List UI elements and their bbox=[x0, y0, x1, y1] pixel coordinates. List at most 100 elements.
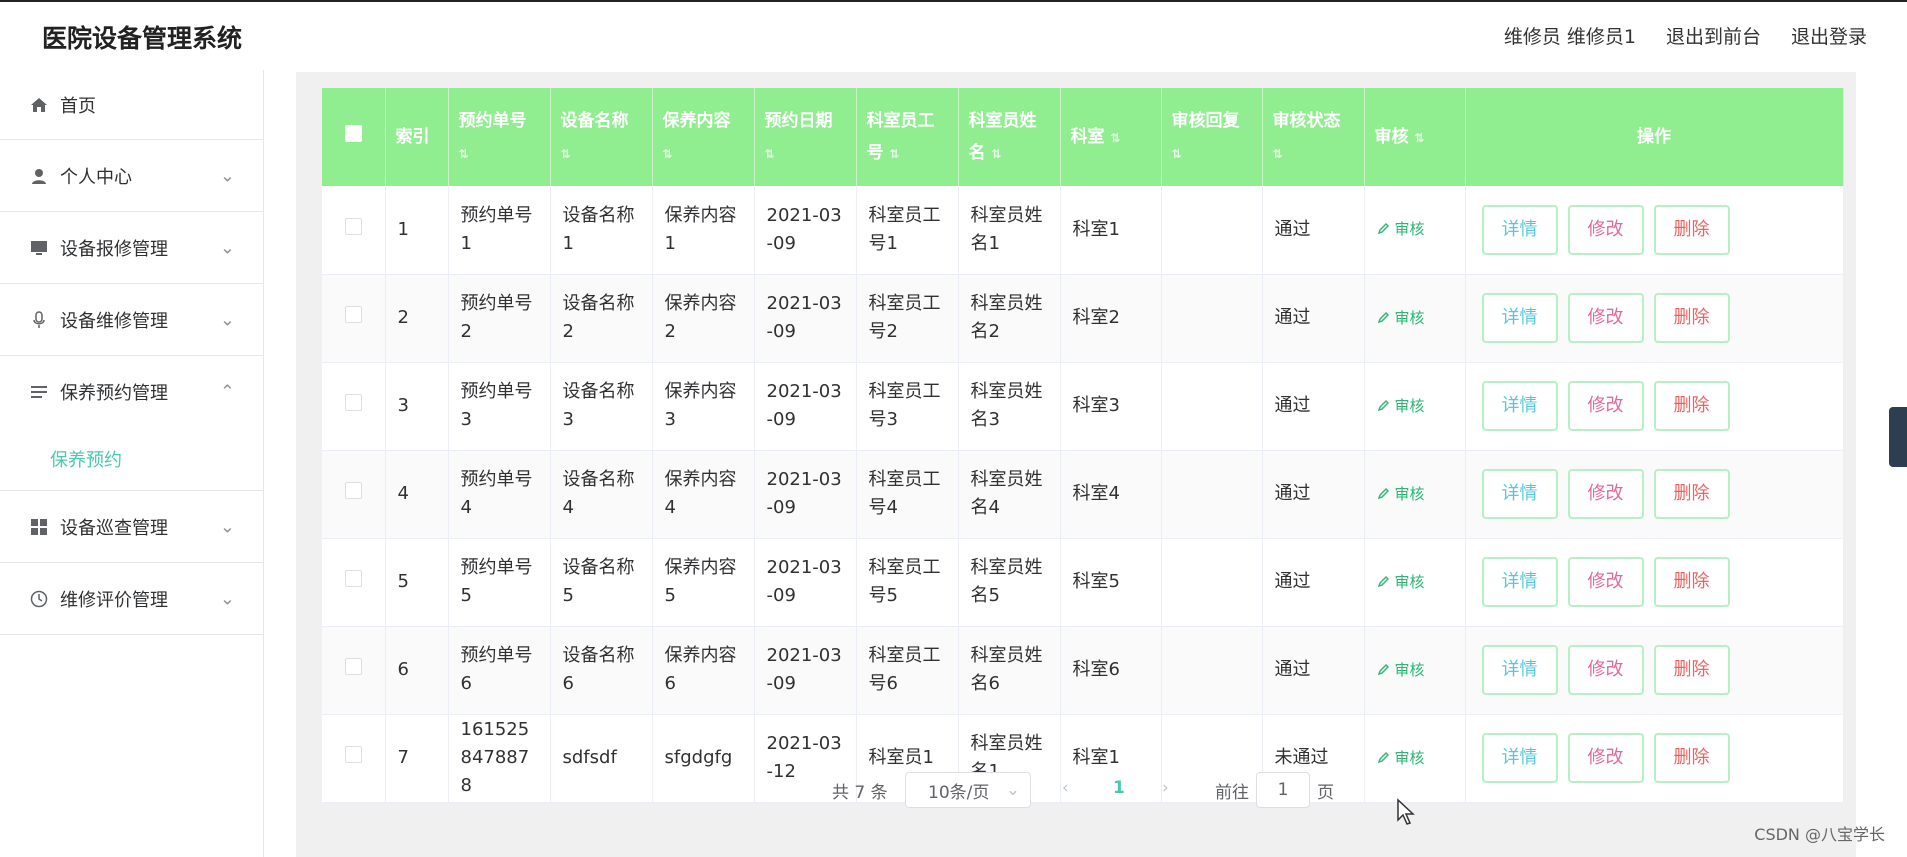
chevron-down-icon: ⌄ bbox=[219, 516, 235, 537]
audit-link[interactable]: 审核 bbox=[1377, 480, 1425, 508]
next-page-button[interactable]: › bbox=[1162, 778, 1169, 798]
column-header-date[interactable]: 预约日期 ⇅ bbox=[754, 88, 857, 186]
edit-icon bbox=[1377, 575, 1389, 587]
edit-button[interactable]: 修改 bbox=[1567, 645, 1644, 695]
chevron-up-icon: ⌃ bbox=[219, 381, 235, 403]
column-header-emp-name[interactable]: 科室员姓名 ⇅ bbox=[958, 88, 1061, 186]
current-page[interactable]: 1 bbox=[1113, 778, 1125, 798]
sidebar-item-maintenance[interactable]: 保养预约管理 ⌃ bbox=[0, 356, 263, 428]
exit-to-front-link[interactable]: 退出到前台 bbox=[1666, 22, 1761, 49]
cell-emp-no: 科室员工号6 bbox=[856, 626, 959, 715]
audit-link[interactable]: 审核 bbox=[1377, 744, 1425, 772]
cell-reply bbox=[1161, 538, 1263, 627]
audit-link[interactable]: 审核 bbox=[1377, 392, 1425, 420]
edit-button[interactable]: 修改 bbox=[1567, 557, 1644, 607]
audit-link[interactable]: 审核 bbox=[1377, 656, 1425, 684]
cell-audit: 审核 bbox=[1364, 626, 1466, 715]
cell-emp-no: 科室员工号3 bbox=[856, 362, 959, 451]
sort-icon: ⇅ bbox=[1110, 130, 1121, 145]
watermark: CSDN @八宝学长 bbox=[1754, 825, 1885, 844]
cell-audit: 审核 bbox=[1364, 450, 1466, 539]
column-header-content[interactable]: 保养内容 ⇅ bbox=[652, 88, 755, 186]
sidebar-item-evaluation[interactable]: 维修评价管理 ⌄ bbox=[0, 563, 263, 635]
sidebar-item-label: 个人中心 bbox=[60, 166, 132, 188]
sidebar-subitem-maintenance-booking[interactable]: 保养预约 bbox=[0, 428, 263, 491]
column-header-emp-no[interactable]: 科室员工号 ⇅ bbox=[856, 88, 959, 186]
cell-booking-no: 预约单号1 bbox=[448, 186, 551, 275]
delete-button[interactable]: 删除 bbox=[1653, 645, 1730, 695]
cell-status: 通过 bbox=[1262, 274, 1365, 363]
detail-button[interactable]: 详情 bbox=[1481, 645, 1558, 695]
column-header-audit[interactable]: 审核 ⇅ bbox=[1364, 88, 1466, 186]
delete-button[interactable]: 删除 bbox=[1653, 293, 1730, 343]
cell-emp-no: 科室员工号1 bbox=[856, 186, 959, 275]
column-header-booking-no[interactable]: 预约单号 ⇅ bbox=[448, 88, 551, 186]
edit-button[interactable]: 修改 bbox=[1567, 293, 1644, 343]
column-header-device-name[interactable]: 设备名称 ⇅ bbox=[550, 88, 653, 186]
delete-button[interactable]: 删除 bbox=[1653, 557, 1730, 607]
sort-icon: ⇅ bbox=[1414, 130, 1425, 145]
sidebar-item-personal[interactable]: 个人中心 ⌄ bbox=[0, 140, 263, 212]
edit-button[interactable]: 修改 bbox=[1567, 469, 1644, 519]
prev-page-button[interactable]: ‹ bbox=[1062, 778, 1069, 798]
edit-button[interactable]: 修改 bbox=[1567, 204, 1644, 255]
cell-device-name: 设备名称2 bbox=[550, 274, 653, 363]
audit-link[interactable]: 审核 bbox=[1377, 215, 1425, 243]
detail-button[interactable]: 详情 bbox=[1481, 293, 1558, 343]
sidebar-item-label: 保养预约管理 bbox=[60, 383, 168, 404]
page-size-select[interactable]: 10条/页 ⌄ bbox=[905, 772, 1031, 808]
column-header-reply[interactable]: 审核回复 ⇅ bbox=[1161, 88, 1263, 186]
cell-actions: 详情 修改 删除 bbox=[1465, 538, 1844, 627]
grid-icon bbox=[28, 516, 50, 538]
table-row: 2 预约单号2 设备名称2 保养内容2 2021-03-09 科室员工号2 科室员姓名2 科室… bbox=[322, 274, 1844, 363]
row-checkbox[interactable] bbox=[322, 626, 386, 715]
select-all-checkbox[interactable] bbox=[322, 88, 386, 186]
column-header-status[interactable]: 审核状态 ⇅ bbox=[1262, 88, 1365, 186]
row-checkbox[interactable] bbox=[322, 450, 386, 539]
detail-button[interactable]: 详情 bbox=[1481, 469, 1558, 519]
header-actions: 维修员 维修员1 退出到前台 退出登录 bbox=[1504, 22, 1867, 49]
cell-actions: 详情 修改 删除 bbox=[1465, 626, 1844, 715]
detail-button[interactable]: 详情 bbox=[1481, 204, 1558, 255]
delete-button[interactable]: 删除 bbox=[1653, 469, 1730, 519]
sidebar-item-repair-manage[interactable]: 设备维修管理 ⌄ bbox=[0, 284, 263, 356]
sidebar-item-repair-report[interactable]: 设备报修管理 ⌄ bbox=[0, 212, 263, 284]
cell-dept: 科室1 bbox=[1060, 186, 1162, 275]
cell-actions: 详情 修改 删除 bbox=[1465, 186, 1844, 275]
sidebar-item-home[interactable]: 首页 bbox=[0, 70, 263, 140]
goto-page-input[interactable] bbox=[1256, 772, 1310, 808]
goto-label: 前往 bbox=[1215, 783, 1249, 803]
sidebar-item-label: 设备报修管理 bbox=[60, 238, 168, 260]
detail-button[interactable]: 详情 bbox=[1481, 557, 1558, 607]
cell-date: 2021-03-09 bbox=[754, 274, 857, 363]
column-header-dept[interactable]: 科室 ⇅ bbox=[1060, 88, 1162, 186]
row-checkbox[interactable] bbox=[322, 362, 386, 451]
cell-booking-no: 预约单号3 bbox=[448, 362, 551, 451]
cell-date: 2021-03-09 bbox=[754, 450, 857, 539]
chevron-down-icon: ⌄ bbox=[219, 237, 235, 258]
audit-link[interactable]: 审核 bbox=[1377, 568, 1425, 596]
detail-button[interactable]: 详情 bbox=[1481, 381, 1558, 431]
sidebar-item-inspection[interactable]: 设备巡查管理 ⌄ bbox=[0, 491, 263, 563]
logout-link[interactable]: 退出登录 bbox=[1791, 22, 1867, 49]
delete-button[interactable]: 删除 bbox=[1653, 204, 1730, 255]
cell-index: 3 bbox=[385, 362, 449, 451]
cell-device-name: 设备名称3 bbox=[550, 362, 653, 451]
chevron-down-icon: ⌄ bbox=[1005, 780, 1020, 800]
side-panel-toggle[interactable] bbox=[1889, 407, 1907, 467]
edit-button[interactable]: 修改 bbox=[1567, 381, 1644, 431]
row-checkbox[interactable] bbox=[322, 538, 386, 627]
row-checkbox[interactable] bbox=[322, 186, 386, 275]
table-row: 3 预约单号3 设备名称3 保养内容3 2021-03-09 科室员工号3 科室员姓名3 科室… bbox=[322, 362, 1844, 451]
chevron-down-icon: ⌄ bbox=[219, 165, 235, 186]
sort-icon: ⇅ bbox=[991, 146, 1002, 161]
delete-button[interactable]: 删除 bbox=[1653, 381, 1730, 431]
cell-emp-no: 科室员工号4 bbox=[856, 450, 959, 539]
user-role-label: 维修员 维修员1 bbox=[1503, 26, 1636, 48]
cell-booking-no: 预约单号5 bbox=[448, 538, 551, 627]
audit-link[interactable]: 审核 bbox=[1377, 304, 1425, 332]
edit-icon bbox=[1377, 487, 1389, 499]
cell-content: 保养内容1 bbox=[652, 186, 755, 275]
column-header-index: 索引 bbox=[385, 88, 449, 186]
row-checkbox[interactable] bbox=[322, 274, 386, 363]
